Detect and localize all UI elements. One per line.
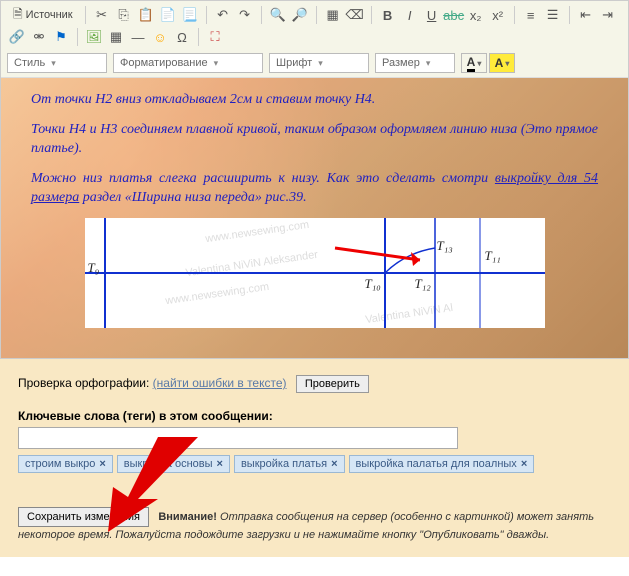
spellcheck-label: Проверка орфографии: <box>18 376 153 390</box>
tag-remove-icon[interactable]: × <box>217 458 223 470</box>
separator <box>261 6 262 24</box>
font-dropdown[interactable]: Шрифт <box>269 53 369 73</box>
separator <box>85 6 86 24</box>
style-dropdown[interactable]: Стиль <box>7 53 107 73</box>
paragraph: Точки Н4 и Н3 соединяем плавной кривой, … <box>31 120 598 159</box>
bullist-icon[interactable]: ☰ <box>543 5 563 25</box>
diagram-label: T₁₀ <box>365 276 381 292</box>
textcolor-button[interactable]: A <box>461 53 487 73</box>
cut-icon[interactable]: ✂ <box>92 5 112 25</box>
diagram-label: T₁₃ <box>437 238 453 254</box>
smiley-icon[interactable]: ☺ <box>150 27 170 47</box>
paragraph: От точки Н2 вниз откладываем 2см и стави… <box>31 90 598 110</box>
tag-remove-icon[interactable]: × <box>521 458 527 470</box>
spellcheck-link[interactable]: (найти ошибки в тексте) <box>153 376 287 390</box>
tag-item[interactable]: выкройка платья × <box>234 455 345 473</box>
diagram-image: www.newsewing.com Valentina NiViN Aleksa… <box>85 218 545 328</box>
paste-icon[interactable]: 📋 <box>136 5 156 25</box>
bgcolor-button[interactable]: A <box>489 53 515 73</box>
spellcheck-row: Проверка орфографии: (найти ошибки в тек… <box>18 375 611 393</box>
tag-text: выкройка платья <box>241 458 327 470</box>
find-icon[interactable]: 🔍 <box>268 5 288 25</box>
strike-icon[interactable]: abc <box>444 5 464 25</box>
undo-icon[interactable]: ↶ <box>213 5 233 25</box>
format-dropdown[interactable]: Форматирование <box>113 53 263 73</box>
text: Можно низ платья слегка расширить к низу… <box>31 171 495 186</box>
annotation-arrow-icon <box>68 427 208 537</box>
separator <box>198 28 199 46</box>
selectall-icon[interactable]: ▦ <box>323 5 343 25</box>
numlist-icon[interactable]: ≡ <box>521 5 541 25</box>
anchor-icon[interactable]: ⚑ <box>51 27 71 47</box>
image-icon[interactable]: 🖼 <box>84 27 104 47</box>
paste-word-icon[interactable]: 📃 <box>180 5 200 25</box>
replace-icon[interactable]: 🔎 <box>290 5 310 25</box>
subscript-icon[interactable]: x₂ <box>466 5 486 25</box>
separator <box>206 6 207 24</box>
superscript-icon[interactable]: x² <box>488 5 508 25</box>
separator <box>569 6 570 24</box>
maximize-icon[interactable]: ⛶ <box>205 27 225 47</box>
editor-content[interactable]: От точки Н2 вниз откладываем 2см и стави… <box>1 78 628 358</box>
tag-text: выкройка палатья для поалных <box>356 458 517 470</box>
unlink-icon[interactable]: ⚮ <box>29 27 49 47</box>
special-icon[interactable]: Ω <box>172 27 192 47</box>
source-button[interactable]: Источник <box>7 5 79 25</box>
paragraph: Можно низ платья слегка расширить к низу… <box>31 169 598 208</box>
link-icon[interactable]: 🔗 <box>7 27 27 47</box>
tag-remove-icon[interactable]: × <box>331 458 337 470</box>
indent-icon[interactable]: ⇥ <box>598 5 618 25</box>
outdent-icon[interactable]: ⇤ <box>576 5 596 25</box>
tags-label: Ключевые слова (теги) в этом сообщении: <box>18 409 611 423</box>
table-icon[interactable]: ▦ <box>106 27 126 47</box>
hr-icon[interactable]: — <box>128 27 148 47</box>
copy-icon[interactable]: ⎘ <box>114 5 134 25</box>
underline-icon[interactable]: U <box>422 5 442 25</box>
paste-text-icon[interactable]: 📄 <box>158 5 178 25</box>
text: раздел «Ширина низа переда» рис.39. <box>79 190 306 205</box>
bold-icon[interactable]: B <box>378 5 398 25</box>
separator <box>77 28 78 46</box>
diagram-label: T₉ <box>88 260 100 276</box>
diagram-label: T₁₁ <box>485 248 501 264</box>
diagram-label: T₁₂ <box>415 276 431 292</box>
separator <box>316 6 317 24</box>
check-button[interactable]: Проверить <box>296 375 369 393</box>
redo-icon[interactable]: ↷ <box>235 5 255 25</box>
tag-item[interactable]: выкройка палатья для поалных × <box>349 455 535 473</box>
separator <box>371 6 372 24</box>
separator <box>514 6 515 24</box>
italic-icon[interactable]: I <box>400 5 420 25</box>
removefmt-icon[interactable]: ⌫ <box>345 5 365 25</box>
size-dropdown[interactable]: Размер <box>375 53 455 73</box>
